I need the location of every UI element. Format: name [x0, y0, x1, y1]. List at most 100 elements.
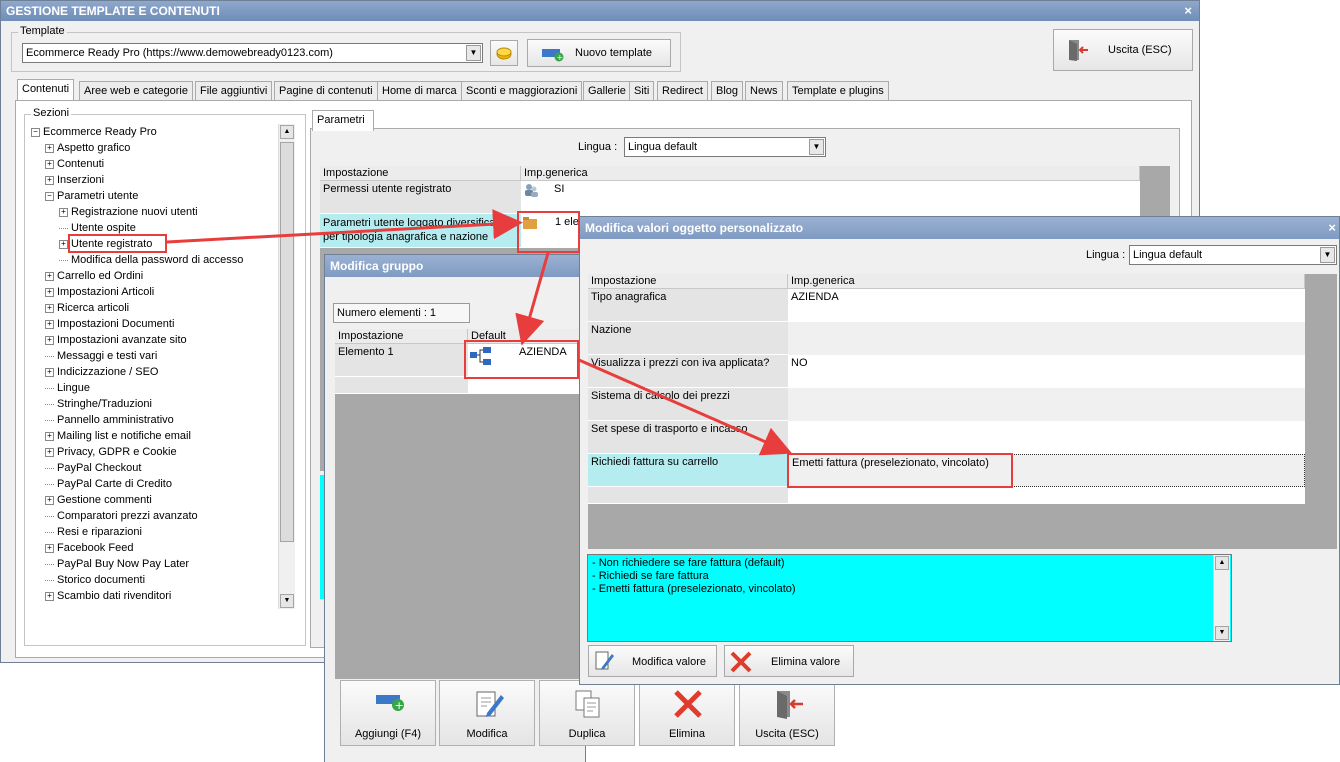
- scroll-thumb[interactable]: [280, 142, 294, 542]
- tab-blog[interactable]: Blog: [711, 81, 744, 100]
- tree-item[interactable]: + Gestione commenti: [45, 492, 152, 508]
- tree-item[interactable]: + Privacy, GDPR e Cookie: [45, 444, 177, 460]
- row-parametri-label: Parametri utente loggato diversificati p…: [320, 214, 521, 248]
- tree-item[interactable]: + Impostazioni Documenti: [45, 316, 174, 332]
- tree-item[interactable]: Pannello amministrativo: [45, 412, 174, 428]
- tree-item[interactable]: + Scambio dati rivenditori: [45, 588, 171, 604]
- delete-button[interactable]: Elimina: [639, 680, 735, 746]
- custom-row-label: Sistema di calcolo dei prezzi: [588, 388, 788, 421]
- tree-item[interactable]: Resi e riparazioni: [45, 524, 142, 540]
- expand-icon[interactable]: +: [45, 335, 54, 345]
- tree-item[interactable]: + Facebook Feed: [45, 540, 133, 556]
- count-label: Numero elementi : 1: [337, 307, 437, 319]
- tab-sconti[interactable]: Sconti e maggiorazioni: [461, 81, 583, 100]
- custom-row-value[interactable]: AZIENDA: [788, 289, 1305, 322]
- tab-pagine-contenuti[interactable]: Pagine di contenuti: [274, 81, 378, 100]
- main-close-button[interactable]: ×: [1184, 1, 1192, 21]
- tree-item[interactable]: PayPal Checkout: [45, 460, 141, 476]
- tree-item[interactable]: + Inserzioni: [45, 172, 104, 188]
- expand-icon[interactable]: +: [59, 239, 68, 249]
- tab-gallerie[interactable]: Gallerie: [583, 81, 631, 100]
- options-box: - Non richiedere se fare fattura (defaul…: [587, 554, 1232, 642]
- tree-item[interactable]: Lingue: [45, 380, 90, 396]
- options-scrollbar[interactable]: ▲ ▼: [1213, 555, 1230, 641]
- tab-siti[interactable]: Siti: [629, 81, 655, 100]
- tree-item[interactable]: + Impostazioni avanzate sito: [45, 332, 187, 348]
- edit-value-button[interactable]: Modifica valore: [588, 645, 717, 677]
- custom-row-value[interactable]: [788, 388, 1305, 421]
- expand-icon[interactable]: +: [45, 591, 54, 601]
- sections-tree[interactable]: − Ecommerce Ready Pro + Aspetto grafico + Con…: [31, 124, 277, 608]
- edit-icon: [595, 651, 614, 670]
- template-combo[interactable]: Ecommerce Ready Pro (https://www.demoweb…: [22, 43, 483, 63]
- scroll-down-icon[interactable]: ▼: [1215, 626, 1229, 640]
- tree-item[interactable]: + Aspetto grafico: [45, 140, 130, 156]
- tree-item[interactable]: + Ricerca articoli: [45, 300, 129, 316]
- tree-connector: [45, 563, 54, 565]
- tab-news[interactable]: News: [745, 81, 783, 100]
- tree-scrollbar[interactable]: ▲ ▼: [278, 124, 295, 609]
- expand-icon[interactable]: +: [45, 303, 54, 313]
- new-template-button[interactable]: + Nuovo template: [527, 39, 671, 67]
- tree-item[interactable]: − Parametri utente: [45, 188, 138, 204]
- custom-row-value[interactable]: [788, 322, 1305, 355]
- expand-icon[interactable]: +: [45, 431, 54, 441]
- tree-item[interactable]: PayPal Carte di Credito: [45, 476, 172, 492]
- group-exit-button[interactable]: Uscita (ESC): [739, 680, 835, 746]
- expand-icon[interactable]: +: [45, 447, 54, 457]
- tree-item[interactable]: + Carrello ed Ordini: [45, 268, 143, 284]
- expand-icon[interactable]: +: [45, 495, 54, 505]
- chevron-down-icon[interactable]: ▼: [1320, 247, 1335, 263]
- tree-item[interactable]: + Indicizzazione / SEO: [45, 364, 159, 380]
- expand-icon[interactable]: +: [45, 287, 54, 297]
- tree-item[interactable]: Modifica della password di accesso: [59, 252, 243, 268]
- tree-item[interactable]: + Mailing list e notifiche email: [45, 428, 191, 444]
- chevron-down-icon[interactable]: ▼: [809, 139, 824, 155]
- collapse-icon[interactable]: −: [45, 191, 54, 201]
- chevron-down-icon[interactable]: ▼: [466, 45, 481, 61]
- tab-parametri[interactable]: Parametri: [312, 110, 374, 131]
- custom-close-button[interactable]: ×: [1328, 217, 1336, 239]
- tree-item[interactable]: Messaggi e testi vari: [45, 348, 157, 364]
- expand-icon[interactable]: +: [45, 271, 54, 281]
- edit-button[interactable]: Modifica: [439, 680, 535, 746]
- tree-item[interactable]: Storico documenti: [45, 572, 145, 588]
- tree-item[interactable]: + Impostazioni Articoli: [45, 284, 154, 300]
- tree-item[interactable]: + Registrazione nuovi utenti: [59, 204, 198, 220]
- collapse-icon[interactable]: −: [31, 127, 40, 137]
- lingua-combo[interactable]: Lingua default ▼: [624, 137, 826, 157]
- tree-item[interactable]: Stringhe/Traduzioni: [45, 396, 152, 412]
- expand-icon[interactable]: +: [45, 543, 54, 553]
- tree-item[interactable]: − Ecommerce Ready Pro: [31, 124, 157, 140]
- duplicate-button[interactable]: Duplica: [539, 680, 635, 746]
- tab-redirect[interactable]: Redirect: [657, 81, 708, 100]
- custom-lingua-combo[interactable]: Lingua default ▼: [1129, 245, 1337, 265]
- exit-button[interactable]: Uscita (ESC): [1053, 29, 1193, 71]
- scroll-down-icon[interactable]: ▼: [280, 594, 294, 608]
- custom-row-value[interactable]: [788, 421, 1305, 454]
- expand-icon[interactable]: +: [45, 367, 54, 377]
- row-permessi-value[interactable]: SI: [521, 181, 1140, 214]
- tab-file-aggiuntivi[interactable]: File aggiuntivi: [195, 81, 273, 100]
- duplicate-label: Duplica: [568, 728, 606, 740]
- tree-item[interactable]: Comparatori prezzi avanzato: [45, 508, 198, 524]
- open-folder-button[interactable]: [490, 40, 518, 66]
- tab-contenuti[interactable]: Contenuti: [17, 79, 75, 100]
- tab-home-marca[interactable]: Home di marca: [377, 81, 462, 100]
- add-button[interactable]: + Aggiungi (F4): [340, 680, 436, 746]
- custom-row-label: Richiedi fattura su carrello: [588, 454, 788, 487]
- expand-icon[interactable]: +: [45, 175, 54, 185]
- scroll-up-icon[interactable]: ▲: [1215, 556, 1229, 570]
- delete-value-button[interactable]: Elimina valore: [724, 645, 854, 677]
- tree-item[interactable]: + Contenuti: [45, 156, 104, 172]
- expand-icon[interactable]: +: [59, 207, 68, 217]
- tab-template-plugins[interactable]: Template e plugins: [787, 81, 889, 100]
- scroll-up-icon[interactable]: ▲: [280, 125, 294, 139]
- tree-item[interactable]: PayPal Buy Now Pay Later: [45, 556, 189, 572]
- tab-aree-web[interactable]: Aree web e categorie: [79, 81, 193, 100]
- expand-icon[interactable]: +: [45, 159, 54, 169]
- custom-row-value[interactable]: NO: [788, 355, 1305, 388]
- expand-icon[interactable]: +: [45, 319, 54, 329]
- expand-icon[interactable]: +: [45, 143, 54, 153]
- tree-connector: [45, 515, 54, 517]
